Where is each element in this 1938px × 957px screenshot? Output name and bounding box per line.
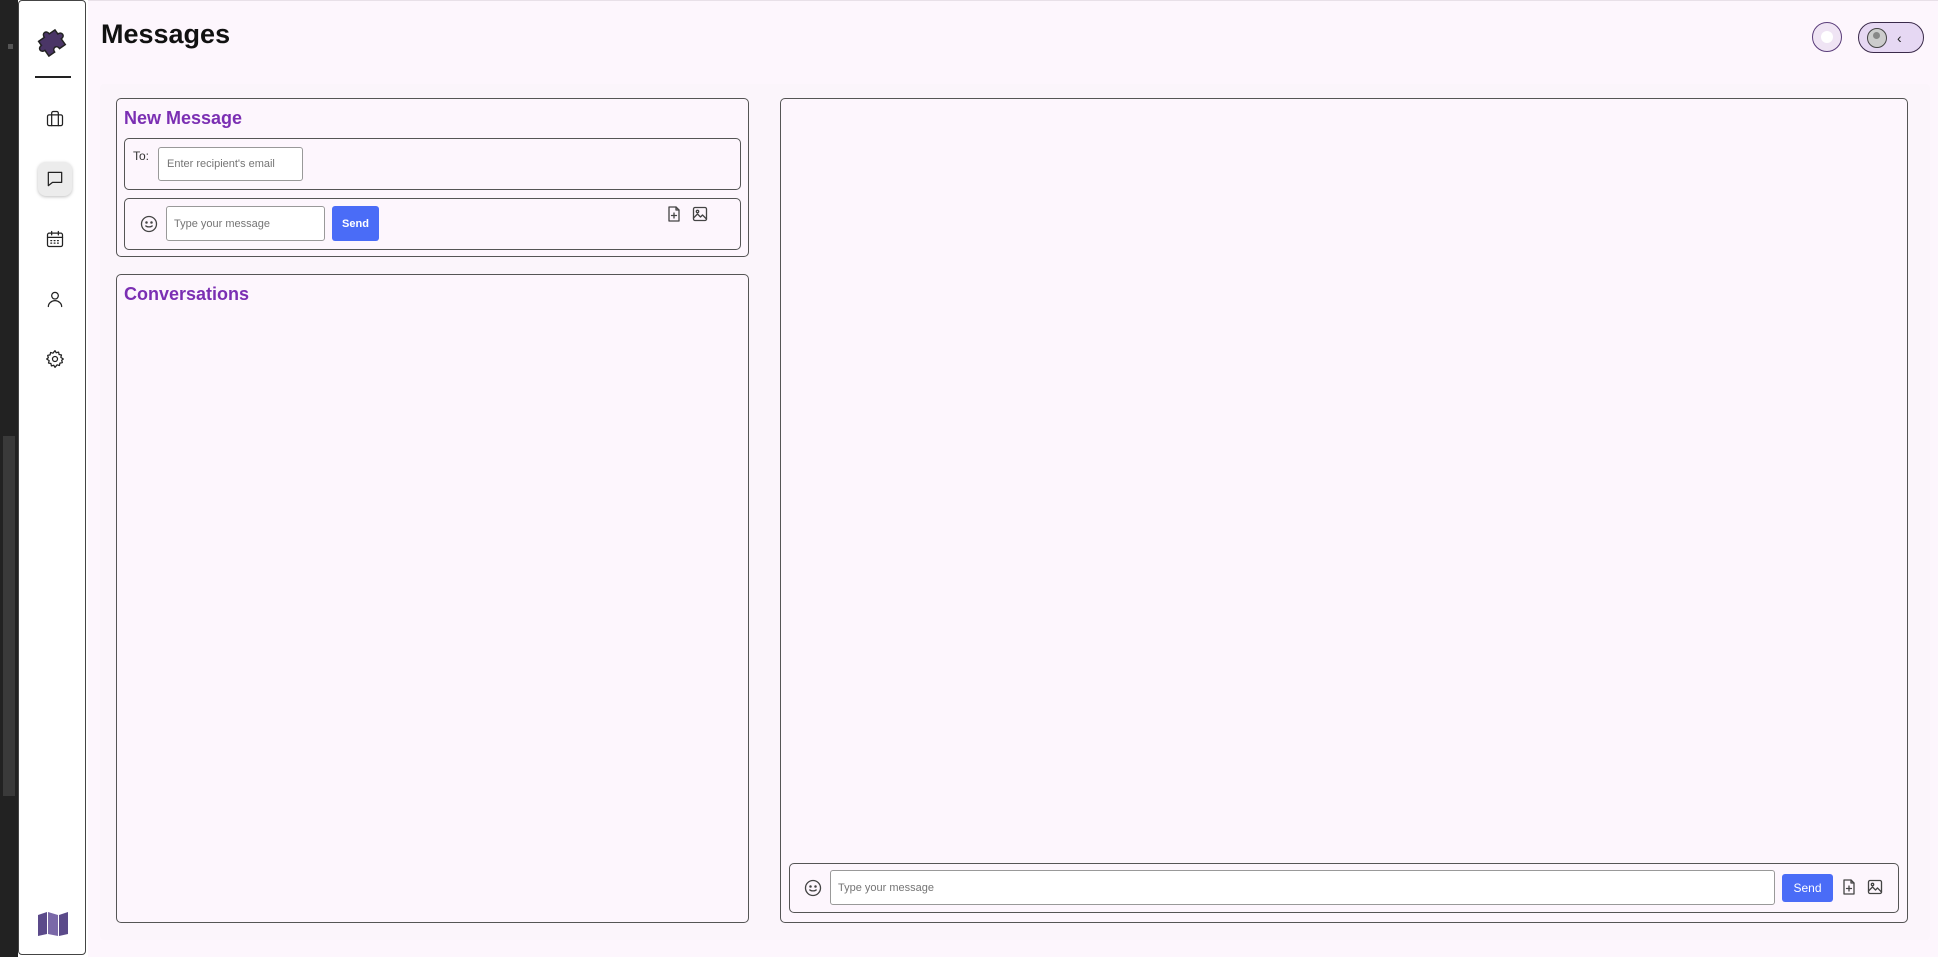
emoji-icon[interactable] [804, 879, 822, 897]
content-area: New Message To: Send Conver [100, 84, 1930, 940]
attach-file-icon[interactable] [1841, 879, 1857, 895]
sidebar-divider [35, 76, 71, 78]
chat-compose-row: Send [789, 863, 1899, 913]
edge-marker [8, 44, 13, 49]
sidebar-item-calendar[interactable] [38, 222, 72, 256]
attach-file-icon[interactable] [666, 206, 682, 222]
gear-icon [46, 350, 64, 368]
sidebar [18, 0, 86, 955]
new-message-compose-row: Send [124, 198, 741, 250]
new-message-input[interactable] [166, 206, 325, 241]
to-label: To: [133, 149, 150, 163]
chat-panel: Send [780, 98, 1908, 923]
page-title: Messages [101, 19, 231, 49]
chat-icon [47, 171, 63, 187]
sidebar-item-jobs[interactable] [38, 102, 72, 136]
chevron-left-icon: ‹ [1897, 29, 1902, 46]
window-edge [0, 0, 18, 957]
avatar [1821, 31, 1833, 43]
new-message-panel: New Message To: Send [116, 98, 749, 257]
avatar-button[interactable] [1812, 22, 1842, 52]
chat-send-button[interactable]: Send [1782, 874, 1833, 902]
conversations-title: Conversations [124, 284, 250, 304]
calendar-icon [46, 230, 64, 248]
sidebar-item-settings[interactable] [38, 342, 72, 376]
attach-image-icon[interactable] [692, 206, 708, 222]
recipient-row: To: [124, 138, 741, 190]
main-area: Messages ‹ New Message To: Send [88, 0, 1938, 957]
sidebar-item-messages[interactable] [38, 162, 72, 196]
user-avatar-icon [1867, 27, 1887, 48]
user-icon [47, 291, 63, 308]
profile-menu-toggle[interactable]: ‹ [1858, 22, 1924, 53]
emoji-icon[interactable] [140, 215, 158, 233]
new-message-title: New Message [124, 108, 243, 128]
briefcase-icon [46, 110, 64, 127]
sidebar-item-profile[interactable] [38, 282, 72, 316]
map-icon[interactable] [37, 911, 69, 937]
recipient-email-input[interactable] [158, 147, 303, 181]
conversations-panel: Conversations [116, 274, 749, 923]
attach-image-icon[interactable] [1867, 879, 1883, 895]
new-message-send-button[interactable]: Send [332, 206, 379, 241]
puzzle-logo-icon[interactable] [35, 23, 71, 58]
chat-message-input[interactable] [830, 870, 1775, 905]
edge-scroll-track [3, 436, 15, 796]
